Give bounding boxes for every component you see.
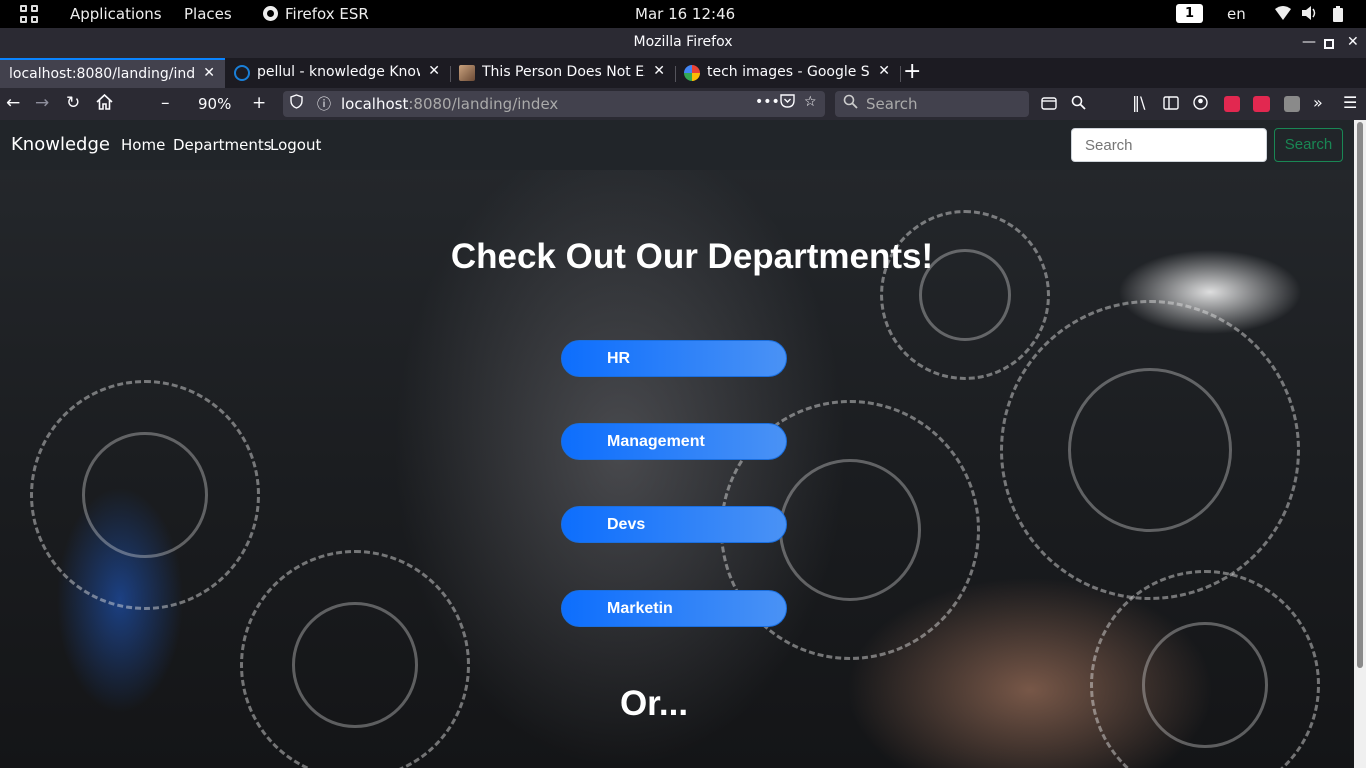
active-app-label[interactable]: Firefox ESR (285, 5, 369, 23)
address-bar[interactable]: ⓘ localhost:8080/landing/index ••• ☆ (283, 91, 825, 117)
window-title: Mozilla Firefox (633, 34, 733, 50)
nav-logout-link[interactable]: Logout (270, 136, 321, 154)
account-icon[interactable] (1193, 95, 1208, 114)
tab-strip: localhost:8080/landing/index ✕ pellul - … (0, 58, 1366, 88)
zoom-level[interactable]: 90% (198, 95, 231, 113)
tab-this-person[interactable]: This Person Does Not Exist ✕ (450, 58, 675, 88)
tab-pellul[interactable]: pellul - knowledge Knowledge ✕ (225, 58, 450, 88)
maximize-icon[interactable] (1324, 37, 1334, 53)
browser-search-placeholder: Search (866, 95, 918, 113)
close-tab-icon[interactable]: ✕ (203, 65, 215, 81)
gear-decoration (1090, 570, 1320, 768)
page-scrollbar[interactable] (1354, 120, 1366, 768)
shield-icon[interactable] (290, 94, 303, 113)
tab-divider (900, 66, 901, 82)
browser-search-field[interactable]: Search (835, 91, 1029, 117)
container-tab-icon[interactable] (1041, 95, 1057, 114)
extension-icon[interactable] (1284, 96, 1300, 112)
hamburger-menu-icon[interactable]: ☰ (1343, 93, 1357, 112)
gear-decoration (1000, 300, 1300, 600)
firefox-icon (263, 6, 278, 21)
scrollbar-thumb[interactable] (1357, 122, 1363, 668)
sidebar-icon[interactable] (1163, 95, 1179, 114)
url-host: localhost (341, 95, 409, 113)
password-extension-icon[interactable] (1253, 96, 1270, 112)
apps-grid-icon[interactable] (20, 5, 38, 23)
applications-menu[interactable]: Applications (70, 5, 162, 23)
reload-icon[interactable]: ↻ (66, 93, 80, 113)
tab-title: pellul - knowledge Knowledge (257, 64, 420, 80)
pocket-icon[interactable] (780, 94, 795, 112)
back-icon[interactable]: ← (6, 93, 20, 113)
search-icon (843, 94, 858, 113)
hero-section: Check Out Our Departments! HR Management… (0, 170, 1354, 768)
department-management-button[interactable]: Management (561, 423, 787, 460)
tab-title: localhost:8080/landing/index (9, 66, 195, 82)
battery-icon[interactable] (1333, 6, 1343, 26)
bookmark-star-icon[interactable]: ☆ (804, 94, 817, 110)
library-icon[interactable]: ‖\ (1132, 93, 1145, 112)
places-menu[interactable]: Places (184, 5, 232, 23)
department-hr-button[interactable]: HR (561, 340, 787, 377)
site-search-input[interactable] (1071, 128, 1267, 162)
department-marketing-button[interactable]: Marketin (561, 590, 787, 627)
new-tab-icon[interactable]: + (903, 59, 921, 84)
workspace-indicator[interactable]: 1 (1176, 4, 1203, 23)
page-heading: Check Out Our Departments! (450, 237, 934, 276)
site-navbar: Knowledge Home Departments Logout Search (0, 120, 1354, 170)
nav-home-link[interactable]: Home (121, 136, 165, 154)
forward-icon[interactable]: → (35, 93, 49, 113)
system-top-bar: Applications Places Firefox ESR Mar 16 1… (0, 0, 1366, 28)
language-indicator[interactable]: en (1227, 5, 1246, 23)
tab-google[interactable]: tech images - Google Search ✕ (675, 58, 900, 88)
gear-decoration (30, 380, 260, 610)
or-heading: Or... (619, 684, 689, 723)
close-tab-icon[interactable]: ✕ (428, 63, 440, 79)
window-title-bar: Mozilla Firefox — ✕ (0, 28, 1366, 58)
home-icon[interactable] (96, 93, 113, 115)
overflow-chevron-icon[interactable]: » (1313, 93, 1323, 112)
close-tab-icon[interactable]: ✕ (653, 63, 665, 79)
zoom-out-icon[interactable]: – (161, 93, 170, 113)
site-search-button[interactable]: Search (1274, 128, 1343, 162)
page-actions-icon[interactable]: ••• (755, 94, 780, 110)
browser-toolbar: ← → ↻ – 90% + ⓘ localhost:8080/landing/i… (0, 88, 1366, 120)
find-icon[interactable] (1071, 95, 1086, 114)
nav-departments-link[interactable]: Departments (173, 136, 272, 154)
info-icon[interactable]: ⓘ (317, 94, 331, 114)
tab-localhost[interactable]: localhost:8080/landing/index ✕ (0, 58, 225, 88)
tab-title: This Person Does Not Exist (482, 64, 645, 80)
close-icon[interactable]: ✕ (1347, 34, 1359, 50)
page-viewport: Knowledge Home Departments Logout Search… (0, 120, 1354, 768)
tab-title: tech images - Google Search (707, 64, 870, 80)
department-devs-button[interactable]: Devs (561, 506, 787, 543)
portrait-favicon-icon (459, 65, 475, 81)
wifi-icon[interactable] (1275, 6, 1291, 24)
url-path: :8080/landing/index (408, 95, 559, 113)
zoom-in-icon[interactable]: + (252, 93, 266, 113)
url-text[interactable]: localhost:8080/landing/index (341, 95, 558, 113)
loading-icon (234, 65, 250, 81)
close-tab-icon[interactable]: ✕ (878, 63, 890, 79)
clock[interactable]: Mar 16 12:46 (635, 5, 735, 23)
volume-icon[interactable] (1302, 6, 1318, 24)
site-brand[interactable]: Knowledge (11, 134, 110, 155)
gear-decoration (880, 210, 1050, 380)
lock-extension-icon[interactable] (1224, 96, 1240, 112)
google-favicon-icon (684, 65, 700, 81)
gear-decoration (240, 550, 470, 768)
minimize-icon[interactable]: — (1302, 34, 1316, 50)
